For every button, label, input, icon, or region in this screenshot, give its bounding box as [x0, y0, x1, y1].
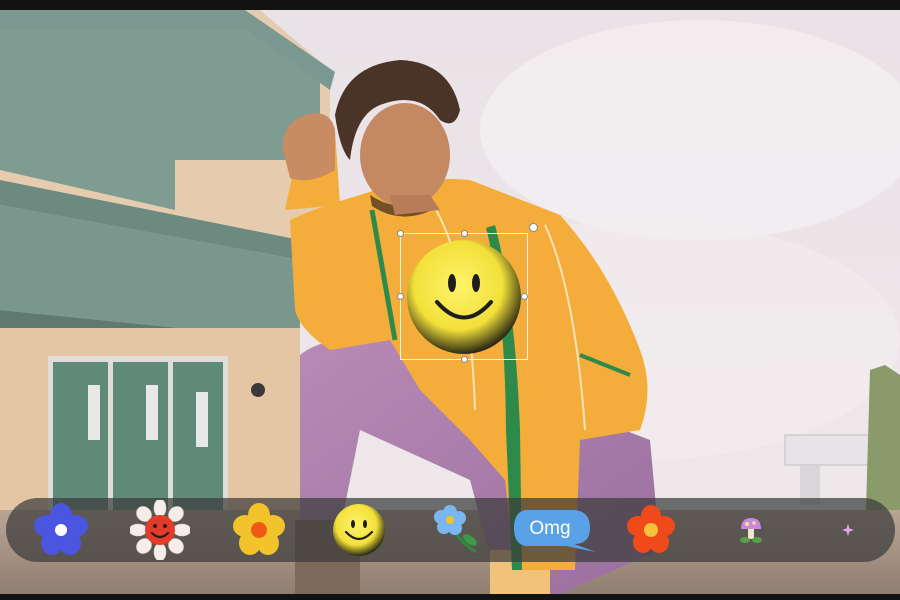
resize-handle-top-left[interactable]	[397, 230, 404, 237]
sticker-yellow-flower[interactable]	[226, 502, 292, 558]
blue-flower-stem-icon	[434, 505, 477, 554]
sticker-blue-flower-stem[interactable]	[424, 502, 490, 558]
sticker-omg-speech-bubble[interactable]: Omg	[508, 502, 598, 558]
omg-speech-bubble-icon: Omg	[514, 510, 596, 552]
smiley-face-icon	[333, 504, 385, 556]
sticker-smiley-face[interactable]	[326, 502, 392, 558]
bottom-bar	[0, 594, 900, 600]
smiley-face-sticker[interactable]	[405, 238, 523, 356]
rotate-handle[interactable]	[529, 223, 538, 232]
smiling-daisy-icon	[130, 500, 190, 560]
resize-handle-bottom-center[interactable]	[461, 356, 468, 363]
orange-flower-icon	[627, 505, 675, 553]
sticker-mushroom[interactable]	[726, 502, 776, 558]
mushroom-icon	[740, 518, 762, 543]
yellow-flower-icon	[233, 503, 285, 555]
small-sparkle-icon	[842, 524, 854, 536]
sticker-blue-flower[interactable]	[28, 502, 94, 558]
sticker-tray: Omg	[6, 498, 895, 562]
top-bar	[0, 0, 900, 10]
photo-editor: Omg	[0, 0, 900, 600]
resize-handle-top-center[interactable]	[461, 230, 468, 237]
omg-label: Omg	[529, 518, 570, 539]
sticker-orange-flower[interactable]	[618, 502, 684, 558]
blue-flower-icon	[34, 503, 88, 555]
resize-handle-left-center[interactable]	[397, 293, 404, 300]
sticker-small-sparkle[interactable]	[828, 502, 868, 558]
sticker-smiling-daisy[interactable]	[127, 500, 193, 560]
